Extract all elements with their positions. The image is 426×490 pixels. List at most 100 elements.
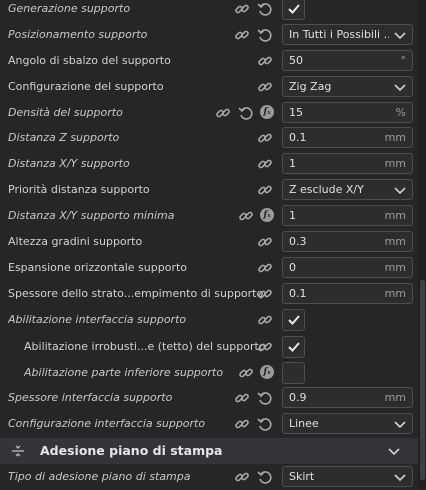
setting-unit: mm bbox=[384, 235, 406, 248]
setting-label: Priorità distanza supporto bbox=[8, 183, 150, 196]
setting-label: Densità del supporto bbox=[8, 106, 123, 119]
setting-unit: mm bbox=[384, 131, 406, 144]
setting-checkbox[interactable] bbox=[282, 336, 305, 358]
settings-panel: Adesione piano di stampa Generazione sup… bbox=[0, 0, 418, 489]
function-icon[interactable]: fₓ bbox=[260, 105, 274, 119]
setting-value: 0 bbox=[289, 261, 296, 274]
setting-label: Spessore dello strato...empimento di sup… bbox=[8, 287, 264, 300]
reset-icon[interactable] bbox=[256, 26, 274, 44]
setting-label: Distanza X/Y supporto minima bbox=[8, 209, 175, 222]
setting-number-input[interactable]: 1 mm bbox=[282, 153, 413, 174]
link-icon[interactable] bbox=[237, 364, 255, 382]
link-icon[interactable] bbox=[214, 104, 232, 122]
setting-unit: mm bbox=[384, 287, 406, 300]
setting-row-configurazione-del-supporto: Configurazione del supporto Zig Zag bbox=[0, 74, 418, 100]
setting-select[interactable]: Zig Zag bbox=[282, 76, 413, 97]
setting-label: Angolo di sbalzo del supporto bbox=[8, 54, 171, 67]
setting-unit: % bbox=[395, 106, 406, 119]
setting-row-abilitazione-parte-inferiore-supporto: Abilitazione parte inferiore supporto fₓ bbox=[0, 360, 418, 386]
setting-value: 0.1 bbox=[289, 131, 307, 144]
link-icon[interactable] bbox=[233, 468, 251, 486]
link-icon[interactable] bbox=[256, 259, 274, 277]
setting-row-priorita-distanza-supporto: Priorità distanza supporto Z esclude X/Y bbox=[0, 177, 418, 203]
setting-checkbox[interactable] bbox=[282, 362, 305, 384]
setting-row-abilitazione-irrobusti-e-tetto-del-suppo: Abilitazione irrobusti...e (tetto) del s… bbox=[0, 334, 418, 360]
reset-icon[interactable] bbox=[256, 389, 274, 407]
link-icon[interactable] bbox=[256, 181, 274, 199]
link-icon[interactable] bbox=[233, 26, 251, 44]
setting-unit: mm bbox=[384, 157, 406, 170]
setting-select[interactable]: In Tutti i Possibili ... bbox=[282, 24, 413, 45]
setting-label: Posizionamento supporto bbox=[8, 28, 148, 41]
setting-row-configurazione-interfaccia-supporto: Configurazione interfaccia supporto Linee bbox=[0, 411, 418, 437]
setting-label: Configurazione del supporto bbox=[8, 80, 164, 93]
link-icon[interactable] bbox=[237, 207, 255, 225]
reset-icon[interactable] bbox=[256, 415, 274, 433]
setting-row-spessore-dello-strato-empimento-di-suppo: Spessore dello strato...empimento di sup… bbox=[0, 281, 418, 307]
link-icon[interactable] bbox=[256, 52, 274, 70]
setting-unit: mm bbox=[384, 391, 406, 404]
link-icon[interactable] bbox=[256, 129, 274, 147]
link-icon[interactable] bbox=[256, 155, 274, 173]
chevron-down-icon bbox=[394, 472, 406, 482]
setting-row-densita-del-supporto: Densità del supporto fₓ 15% bbox=[0, 100, 418, 126]
setting-number-input[interactable]: 1 mm bbox=[282, 205, 413, 226]
section-header-adhesion[interactable]: Adesione piano di stampa bbox=[0, 438, 418, 464]
reset-icon[interactable] bbox=[256, 468, 274, 486]
setting-row-distanza-x-y-supporto: Distanza X/Y supporto 1 mm bbox=[0, 151, 418, 177]
setting-number-input[interactable]: 0.9 mm bbox=[282, 387, 413, 408]
setting-value: Zig Zag bbox=[289, 80, 332, 93]
setting-value: 0.3 bbox=[289, 235, 307, 248]
setting-number-input[interactable]: 0.3 mm bbox=[282, 231, 413, 252]
link-icon[interactable] bbox=[256, 78, 274, 96]
setting-value: Z esclude X/Y bbox=[289, 183, 364, 196]
link-icon[interactable] bbox=[233, 389, 251, 407]
setting-checkbox[interactable] bbox=[282, 0, 305, 20]
setting-number-input[interactable]: 50 ° bbox=[282, 50, 413, 71]
function-icon[interactable]: fₓ bbox=[260, 208, 274, 222]
setting-checkbox[interactable] bbox=[282, 309, 305, 331]
setting-label: Generazione supporto bbox=[8, 2, 131, 15]
setting-number-input[interactable]: 0.1 mm bbox=[282, 283, 413, 304]
setting-value: In Tutti i Possibili ... bbox=[289, 28, 389, 41]
setting-unit: mm bbox=[384, 209, 406, 222]
section-title: Adesione piano di stampa bbox=[40, 443, 223, 458]
link-icon[interactable] bbox=[233, 415, 251, 433]
scrollbar-thumb[interactable] bbox=[420, 280, 425, 480]
setting-unit: mm bbox=[384, 261, 406, 274]
link-icon[interactable] bbox=[256, 338, 274, 356]
setting-label: Spessore interfaccia supporto bbox=[8, 391, 173, 404]
setting-row-espansione-orizzontale-supporto: Espansione orizzontale supporto 0 mm bbox=[0, 255, 418, 281]
setting-unit: ° bbox=[400, 54, 407, 67]
setting-row-spessore-interfaccia-supporto: Spessore interfaccia supporto 0.9 mm bbox=[0, 385, 418, 411]
setting-value: Skirt bbox=[289, 470, 315, 483]
chevron-down-icon[interactable] bbox=[388, 446, 400, 456]
reset-icon[interactable] bbox=[256, 0, 274, 18]
setting-value: Linee bbox=[289, 417, 319, 430]
setting-label: Abilitazione parte inferiore supporto bbox=[24, 366, 224, 379]
setting-label: Distanza X/Y supporto bbox=[8, 157, 130, 170]
setting-label: Abilitazione interfaccia supporto bbox=[8, 313, 187, 326]
chevron-down-icon bbox=[394, 82, 406, 92]
setting-number-input[interactable]: 15% bbox=[282, 102, 413, 123]
setting-select[interactable]: Skirt bbox=[282, 466, 413, 487]
setting-label: Tipo di adesione piano di stampa bbox=[8, 470, 191, 483]
setting-row-altezza-gradini-supporto: Altezza gradini supporto 0.3 mm bbox=[0, 229, 418, 255]
setting-row-distanza-z-supporto: Distanza Z supporto 0.1 mm bbox=[0, 125, 418, 151]
setting-row-posizionamento-supporto: Posizionamento supporto In Tutti i Possib… bbox=[0, 22, 418, 48]
setting-row-angolo-di-sbalzo-del-supporto: Angolo di sbalzo del supporto 50 ° bbox=[0, 48, 418, 74]
setting-row-abilitazione-interfaccia-supporto: Abilitazione interfaccia supporto bbox=[0, 307, 418, 333]
link-icon[interactable] bbox=[256, 311, 274, 329]
chevron-down-icon bbox=[394, 419, 406, 429]
link-icon[interactable] bbox=[256, 233, 274, 251]
setting-row-tipo-di-adesione-piano-di-stampa: Tipo di adesione piano di stampa Skirt bbox=[0, 464, 418, 490]
link-icon[interactable] bbox=[233, 0, 251, 18]
setting-select[interactable]: Z esclude X/Y bbox=[282, 179, 413, 200]
setting-number-input[interactable]: 0 mm bbox=[282, 257, 413, 278]
link-icon[interactable] bbox=[256, 285, 274, 303]
setting-value: 1 bbox=[289, 209, 296, 222]
function-icon[interactable]: fₓ bbox=[260, 365, 274, 379]
setting-select[interactable]: Linee bbox=[282, 413, 413, 434]
setting-number-input[interactable]: 0.1 mm bbox=[282, 127, 413, 148]
reset-icon[interactable] bbox=[237, 104, 255, 122]
